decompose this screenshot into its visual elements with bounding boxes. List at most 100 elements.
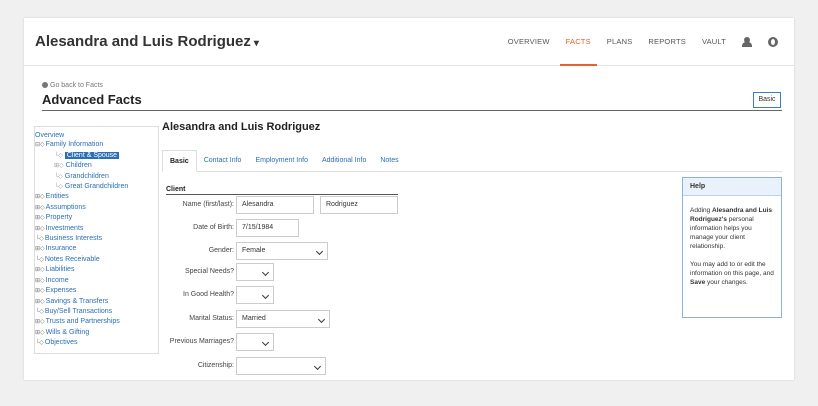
prev-marriages-select[interactable] bbox=[236, 333, 274, 351]
tree-node-icon: ⊞◇ bbox=[35, 225, 45, 232]
citizenship-select[interactable] bbox=[236, 357, 326, 375]
tree-node-icon: ⊞◇ bbox=[54, 163, 64, 170]
tree-item-label: Great Grandchildren bbox=[64, 183, 129, 191]
tree-node-icon: ⊞◇ bbox=[35, 288, 45, 295]
tree-item[interactable]: └◇Buy/Sell Transactions bbox=[35, 307, 158, 317]
tree-item[interactable]: ⊞◇ Children bbox=[35, 161, 158, 171]
tree-item-label: Savings & Transfers bbox=[45, 297, 109, 305]
tree-item[interactable]: ⊞◇Investments bbox=[35, 224, 158, 234]
gender-row: Gender: bbox=[166, 242, 234, 260]
tree-item-label: Expenses bbox=[45, 287, 77, 295]
chevron-down-icon bbox=[317, 315, 326, 324]
tree-item[interactable]: └◇ Grandchildren bbox=[35, 172, 158, 182]
tree-item[interactable]: ⊞◇Liabilities bbox=[35, 265, 158, 275]
help-panel: Help Adding Alesandra and Luis Rodriguez… bbox=[682, 177, 782, 318]
section-divider bbox=[166, 194, 398, 195]
tab-basic[interactable]: Basic bbox=[162, 150, 197, 172]
tree-item[interactable]: └◇Objectives bbox=[35, 338, 158, 348]
tree-item[interactable]: ⊞◇Entities bbox=[35, 192, 158, 202]
back-to-facts-link[interactable]: Go back to Facts bbox=[42, 82, 103, 89]
basic-button[interactable]: Basic bbox=[753, 92, 781, 108]
tree-node-icon: ⊞◇ bbox=[35, 267, 45, 274]
help-text: You may add to or edit the information o… bbox=[690, 261, 774, 277]
marital-label: Marital Status: bbox=[189, 315, 234, 322]
tree-item-label: Overview bbox=[35, 132, 65, 139]
tree-item-label: Children bbox=[65, 162, 92, 170]
facts-tree: Overview ⊟◇Family Information └◇ Client & S… bbox=[34, 126, 159, 354]
gender-value: Female bbox=[242, 247, 266, 254]
globe-icon[interactable] bbox=[768, 37, 778, 47]
tree-node-icon: └◇ bbox=[54, 173, 63, 180]
tree-item-label: Liabilities bbox=[45, 266, 75, 274]
tree-item[interactable]: └◇ Great Grandchildren bbox=[35, 182, 158, 192]
tab-employment-info[interactable]: Employment Info bbox=[248, 150, 315, 171]
gender-select[interactable]: Female bbox=[236, 242, 328, 260]
name-label: Name (first/last): bbox=[182, 201, 234, 208]
help-paragraph-1: Adding Alesandra and Luis Rodriguez's pe… bbox=[690, 206, 774, 251]
help-text: your changes. bbox=[705, 279, 748, 286]
tree-item[interactable]: Overview bbox=[35, 131, 158, 140]
tree-item-label: Income bbox=[45, 276, 69, 284]
tree-node-icon: ⊞◇ bbox=[35, 246, 45, 253]
last-name-field[interactable]: Rodriguez bbox=[320, 196, 398, 214]
tree-node-icon: └◇ bbox=[54, 152, 63, 159]
tree-item[interactable]: └◇Business Interests bbox=[35, 234, 158, 244]
tree-item[interactable]: ⊟◇Family Information bbox=[35, 140, 158, 150]
citizenship-label: Citizenship: bbox=[197, 362, 234, 369]
tree-item[interactable]: ⊞◇Trusts and Partnerships bbox=[35, 317, 158, 327]
user-icon[interactable] bbox=[742, 37, 752, 47]
tree-item-label: Business Interests bbox=[44, 235, 103, 243]
facts-tabs: Basic Contact Info Employment Info Addit… bbox=[162, 150, 782, 172]
prev-marriages-label: Previous Marriages? bbox=[169, 338, 234, 345]
top-bar: Alesandra and Luis Rodriguez ▾ OVERVIEW F… bbox=[24, 18, 794, 66]
tree-item-label: Wills & Gifting bbox=[45, 328, 90, 336]
dob-label: Date of Birth: bbox=[193, 224, 234, 231]
tree-item[interactable]: ⊞◇Income bbox=[35, 276, 158, 286]
tab-contact-info[interactable]: Contact Info bbox=[197, 150, 249, 171]
dob-field[interactable]: 7/15/1984 bbox=[236, 219, 299, 237]
tree-item-label: Trusts and Partnerships bbox=[45, 318, 120, 326]
special-needs-label: Special Needs? bbox=[184, 268, 234, 275]
tab-notes[interactable]: Notes bbox=[373, 150, 405, 171]
nav-plans[interactable]: PLANS bbox=[607, 18, 633, 66]
help-text: Adding bbox=[690, 207, 713, 214]
client-switcher[interactable]: Alesandra and Luis Rodriguez ▾ bbox=[35, 33, 259, 50]
title-divider bbox=[42, 110, 782, 111]
nav-vault[interactable]: VAULT bbox=[702, 18, 726, 66]
tree-item[interactable]: ⊞◇Assumptions bbox=[35, 203, 158, 213]
tree-item[interactable]: ⊞◇Savings & Transfers bbox=[35, 297, 158, 307]
tree-item[interactable]: └◇ Client & Spouse bbox=[35, 151, 158, 161]
tree-item[interactable]: ⊞◇Wills & Gifting bbox=[35, 328, 158, 338]
tree-node-icon: ⊞◇ bbox=[35, 204, 45, 211]
back-arrow-icon bbox=[42, 82, 48, 88]
tree-item-label: Grandchildren bbox=[64, 172, 109, 180]
section-title: Client bbox=[166, 186, 186, 193]
marital-value: Married bbox=[242, 315, 266, 322]
tree-item[interactable]: └◇Notes Receivable bbox=[35, 255, 158, 265]
tree-item-label: Insurance bbox=[45, 245, 77, 253]
first-name-field[interactable]: Alesandra bbox=[236, 196, 314, 214]
tab-additional-info[interactable]: Additional Info bbox=[315, 150, 373, 171]
tree-item[interactable]: ⊞◇Expenses bbox=[35, 286, 158, 296]
nav-overview[interactable]: OVERVIEW bbox=[508, 18, 550, 66]
marital-select[interactable]: Married bbox=[236, 310, 330, 328]
good-health-row: In Good Health? bbox=[166, 286, 234, 304]
special-needs-select[interactable] bbox=[236, 263, 274, 281]
tree-node-icon: ⊞◇ bbox=[35, 215, 45, 222]
tree-item-label: Property bbox=[45, 214, 73, 222]
caret-down-icon: ▾ bbox=[253, 38, 259, 49]
tree-node-icon: └◇ bbox=[54, 184, 63, 191]
nav-facts[interactable]: FACTS bbox=[559, 18, 598, 66]
chevron-down-icon bbox=[261, 338, 270, 347]
chevron-down-icon bbox=[261, 268, 270, 277]
tree-item[interactable]: ⊞◇Insurance bbox=[35, 244, 158, 254]
tree-item[interactable]: ⊞◇Property bbox=[35, 213, 158, 223]
chevron-down-icon bbox=[315, 247, 324, 256]
nav-reports[interactable]: REPORTS bbox=[648, 18, 686, 66]
tree-node-icon: ⊞◇ bbox=[35, 194, 45, 201]
good-health-select[interactable] bbox=[236, 286, 274, 304]
help-save-word: Save bbox=[690, 279, 706, 286]
tree-node-icon: ⊞◇ bbox=[35, 319, 45, 326]
tree-node-icon: └◇ bbox=[35, 308, 44, 315]
chevron-down-icon bbox=[261, 291, 270, 300]
